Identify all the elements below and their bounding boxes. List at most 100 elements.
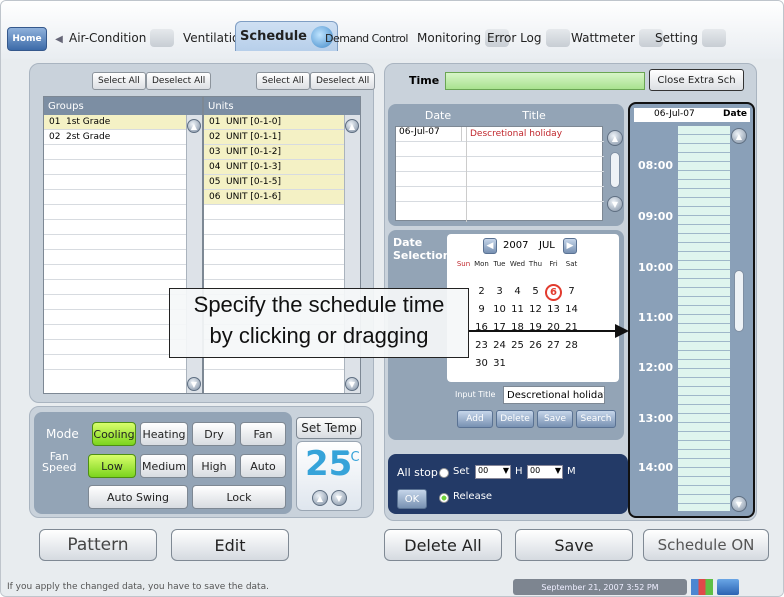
- list-item[interactable]: 06-Jul-07 Descretional holiday: [396, 127, 604, 142]
- calendar-day[interactable]: 25: [509, 340, 526, 351]
- calendar-day[interactable]: 5: [527, 286, 544, 297]
- datetime-text: September 21, 2007 3:52 PM: [541, 582, 659, 592]
- calendar-day[interactable]: 11: [509, 304, 526, 315]
- mode-dry-button[interactable]: Dry: [192, 422, 236, 446]
- calendar-day[interactable]: 10: [491, 304, 508, 315]
- fan-high-button[interactable]: High: [192, 454, 236, 478]
- tab-label: Wattmeter: [571, 31, 635, 45]
- scroll-up-icon[interactable]: ▲: [187, 119, 201, 133]
- weekday-label: Mon: [474, 260, 489, 268]
- list-item[interactable]: 05 UNIT [0-1-5]: [204, 175, 345, 190]
- calendar-day[interactable]: 24: [491, 340, 508, 351]
- calendar-day[interactable]: 27: [545, 340, 562, 351]
- units-select-all-button[interactable]: Select All: [256, 72, 310, 90]
- list-item[interactable]: 04 UNIT [0-1-3]: [204, 160, 345, 175]
- entries-scroll-thumb[interactable]: [610, 152, 620, 188]
- scroll-down-icon[interactable]: ▼: [607, 196, 623, 212]
- hour-select[interactable]: 00 ▼: [475, 465, 511, 479]
- calendar-day[interactable]: 23: [473, 340, 490, 351]
- calendar-day[interactable]: 14: [563, 304, 580, 315]
- next-month-icon[interactable]: ▶: [563, 238, 577, 254]
- input-title-field[interactable]: [503, 386, 605, 404]
- header-label: Units: [208, 100, 234, 112]
- time-label-1100: 11:00: [638, 311, 674, 324]
- home-button[interactable]: Home: [7, 27, 47, 51]
- calendar-day[interactable]: 13: [545, 304, 562, 315]
- prev-month-icon[interactable]: ◀: [483, 238, 497, 254]
- scroll-up-icon[interactable]: ▲: [345, 119, 359, 133]
- scroll-up-icon[interactable]: ▲: [731, 128, 747, 144]
- calendar-day[interactable]: 4: [509, 286, 526, 297]
- scroll-down-icon[interactable]: ▼: [731, 496, 747, 512]
- schedule-entries-list[interactable]: 06-Jul-07 Descretional holiday: [395, 126, 604, 222]
- delete-button[interactable]: Delete: [496, 410, 534, 428]
- empty-row: [44, 190, 187, 205]
- schedule-on-button[interactable]: Schedule ON: [643, 529, 769, 561]
- empty-row: [44, 310, 187, 325]
- callout-arrow-icon: [469, 324, 629, 338]
- edit-button[interactable]: Edit: [171, 529, 289, 561]
- set-radio[interactable]: [439, 468, 449, 478]
- nav-left-arrow-icon[interactable]: ◀: [53, 27, 65, 51]
- calendar-day[interactable]: 30: [473, 358, 490, 369]
- time-bar[interactable]: [445, 72, 645, 90]
- tab-setting[interactable]: Setting: [651, 25, 730, 51]
- tab-error-log[interactable]: Error Log: [483, 25, 574, 51]
- calendar-day[interactable]: 31: [491, 358, 508, 369]
- fan-auto-button[interactable]: Auto: [240, 454, 286, 478]
- temp-down-icon[interactable]: ▼: [331, 490, 347, 506]
- save-small-button[interactable]: Save: [537, 410, 573, 428]
- mode-cooling-button[interactable]: Cooling: [92, 422, 136, 446]
- button-label: Schedule ON: [657, 536, 755, 554]
- add-button[interactable]: Add: [457, 410, 493, 428]
- close-extra-schedule-button[interactable]: Close Extra Sch: [649, 69, 744, 91]
- calendar-day[interactable]: 2: [473, 286, 490, 297]
- time-label-1400: 14:00: [638, 461, 674, 474]
- units-deselect-all-button[interactable]: Deselect All: [310, 72, 376, 90]
- button-label: Fan: [253, 427, 273, 441]
- mode-heating-button[interactable]: Heating: [140, 422, 188, 446]
- calendar-day[interactable]: 26: [527, 340, 544, 351]
- lock-button[interactable]: Lock: [192, 485, 286, 509]
- schedule-date-label: Date: [723, 109, 747, 119]
- calendar-day[interactable]: 3: [491, 286, 508, 297]
- tab-air-condition[interactable]: Air-Condition: [65, 25, 178, 51]
- list-item[interactable]: 01 1st Grade: [44, 115, 187, 130]
- list-item[interactable]: 02 2st Grade: [44, 130, 187, 145]
- list-item[interactable]: 06 UNIT [0-1-6]: [204, 190, 345, 205]
- calendar-month: JUL: [539, 240, 555, 251]
- calendar-day[interactable]: 12: [527, 304, 544, 315]
- list-item[interactable]: 02 UNIT [0-1-1]: [204, 130, 345, 145]
- calendar-day[interactable]: 7: [563, 286, 580, 297]
- scroll-down-icon[interactable]: ▼: [187, 377, 201, 391]
- groups-deselect-all-button[interactable]: Deselect All: [146, 72, 212, 90]
- mode-control-panel: Mode Cooling Heating Dry Fan Fan Speed Lo…: [29, 406, 374, 518]
- unit-id: 02: [209, 132, 221, 142]
- list-item[interactable]: 01 UNIT [0-1-0]: [204, 115, 345, 130]
- unit-id: 04: [209, 162, 221, 172]
- search-button[interactable]: Search: [576, 410, 616, 428]
- all-stop-ok-button[interactable]: OK: [397, 489, 427, 509]
- temp-up-icon[interactable]: ▲: [312, 490, 328, 506]
- save-button[interactable]: Save: [515, 529, 633, 561]
- delete-all-button[interactable]: Delete All: [384, 529, 502, 561]
- auto-swing-button[interactable]: Auto Swing: [88, 485, 188, 509]
- scroll-down-icon[interactable]: ▼: [345, 377, 359, 391]
- time-scroll-thumb[interactable]: [734, 270, 744, 332]
- calendar-day[interactable]: 9: [473, 304, 490, 315]
- minute-select[interactable]: 00 ▼: [527, 465, 563, 479]
- scroll-up-icon[interactable]: ▲: [607, 130, 623, 146]
- calendar-day[interactable]: 28: [563, 340, 580, 351]
- groups-select-all-button[interactable]: Select All: [92, 72, 146, 90]
- group-id: 01: [49, 117, 61, 127]
- calendar-day-selected[interactable]: 6: [545, 284, 562, 301]
- mode-fan-button[interactable]: Fan: [240, 422, 286, 446]
- list-item[interactable]: 03 UNIT [0-1-2]: [204, 145, 345, 160]
- speed-label-line: Speed: [42, 461, 77, 474]
- time-slot-grid[interactable]: [678, 126, 730, 511]
- tab-demand-control[interactable]: Demand Control: [321, 25, 412, 51]
- release-radio[interactable]: [439, 493, 449, 503]
- pattern-button[interactable]: Pattern: [39, 529, 157, 561]
- fan-medium-button[interactable]: Medium: [140, 454, 188, 478]
- fan-low-button[interactable]: Low: [88, 454, 136, 478]
